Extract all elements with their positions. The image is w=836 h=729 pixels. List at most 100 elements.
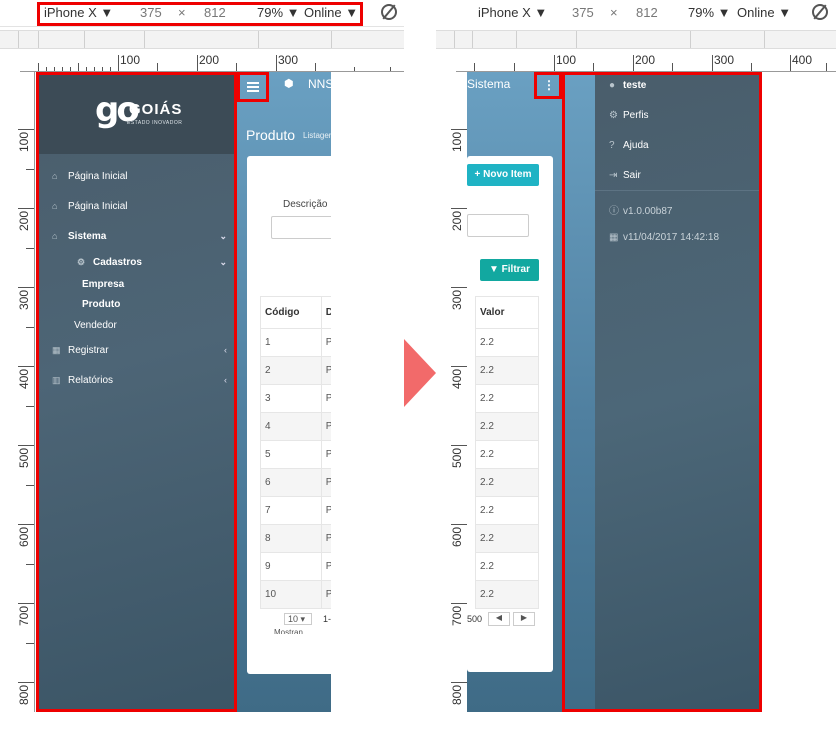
search-input[interactable] bbox=[467, 214, 529, 237]
table-row[interactable]: 2.2 bbox=[475, 356, 539, 385]
description-input[interactable] bbox=[271, 216, 331, 239]
ruler-label: 100 bbox=[120, 53, 141, 67]
code-cell: 9 bbox=[260, 552, 322, 581]
zoom-value: 79% bbox=[688, 5, 715, 20]
page-subtitle: Listagem bbox=[303, 131, 331, 140]
ruler-label: 400 bbox=[792, 53, 813, 67]
rotate-icon[interactable] bbox=[812, 4, 828, 20]
table-row[interactable]: 2.2 bbox=[475, 496, 539, 525]
zoom-select[interactable]: 79% ▼ bbox=[688, 5, 731, 20]
table-row[interactable]: 8Pro bbox=[260, 524, 331, 553]
description-cell: Pro bbox=[320, 412, 331, 441]
value-cell: 2.2 bbox=[475, 412, 539, 441]
table-row[interactable]: 2Pro bbox=[260, 356, 331, 385]
table-row[interactable]: 2.2 bbox=[475, 552, 539, 581]
table-row[interactable]: 3Pro bbox=[260, 384, 331, 413]
cube-icon: ⬢ bbox=[284, 78, 294, 90]
brand-name: NNS bbox=[308, 77, 331, 91]
new-item-button[interactable]: + Novo Item bbox=[467, 164, 539, 186]
table-row[interactable]: 2.2 bbox=[475, 440, 539, 469]
table-row[interactable]: 2.2 bbox=[475, 328, 539, 357]
right-screenshot: iPhone X ▼ 375 × 812 79% ▼ Online ▼ 100 … bbox=[436, 0, 836, 729]
ruler-label: 200 bbox=[17, 210, 31, 231]
page-size-value: 10 bbox=[288, 614, 299, 624]
code-cell: 6 bbox=[260, 468, 322, 497]
vertical-ruler: 100 200 300 400 500 600 700 800 bbox=[16, 72, 35, 712]
table-row[interactable]: 2.2 bbox=[475, 524, 539, 553]
page-title: Produto bbox=[246, 127, 296, 143]
description-cell: Pro bbox=[320, 496, 331, 525]
filter-icon: ▼ bbox=[488, 264, 499, 275]
table-row[interactable]: 5Pro bbox=[260, 440, 331, 469]
dimension-separator: × bbox=[610, 5, 618, 20]
ruler-label: 100 bbox=[450, 131, 464, 152]
pagination-range: 1- bbox=[323, 614, 331, 624]
table-row[interactable]: 2.2 bbox=[475, 468, 539, 497]
ruler-label: 700 bbox=[450, 605, 464, 626]
column-header-code[interactable]: Código bbox=[260, 296, 322, 329]
prev-page-button[interactable]: ◀ bbox=[488, 612, 510, 626]
ruler-label: 300 bbox=[450, 289, 464, 310]
ruler-label: 400 bbox=[450, 368, 464, 389]
ruler-label: 200 bbox=[635, 53, 656, 67]
code-cell: 8 bbox=[260, 524, 322, 553]
code-cell: 5 bbox=[260, 440, 322, 469]
value-cell: 2.2 bbox=[475, 496, 539, 525]
code-cell: 3 bbox=[260, 384, 322, 413]
content-panel: Descrição CódigoDes 1Pro2Pro3Pro4Pro5Pro… bbox=[247, 156, 331, 674]
description-cell: Pro bbox=[320, 328, 331, 357]
value-cell: 2.2 bbox=[475, 384, 539, 413]
ruler-label: 300 bbox=[17, 289, 31, 310]
table-row[interactable]: 4Pro bbox=[260, 412, 331, 441]
highlight-toggle-box bbox=[237, 72, 269, 102]
ruler-label: 100 bbox=[17, 131, 31, 152]
media-query-bar bbox=[0, 30, 404, 49]
table-row[interactable]: 6Pro bbox=[260, 468, 331, 497]
network-select[interactable]: Online ▼ bbox=[737, 5, 791, 20]
table-row[interactable]: 2.2 bbox=[475, 384, 539, 413]
pagination-count: 500 bbox=[467, 614, 483, 624]
page-size-select[interactable]: 10 ▾ bbox=[284, 613, 312, 625]
column-header-value[interactable]: Valor bbox=[475, 296, 539, 329]
network-value: Online bbox=[737, 5, 775, 20]
table-row[interactable]: 1Pro bbox=[260, 328, 331, 357]
description-cell: Pro bbox=[320, 524, 331, 553]
device-name: iPhone X bbox=[478, 5, 531, 20]
ruler-label: 300 bbox=[278, 53, 299, 67]
code-cell: 2 bbox=[260, 356, 322, 385]
table-row[interactable]: 9Pro bbox=[260, 552, 331, 581]
ruler-label: 200 bbox=[450, 210, 464, 231]
content-panel: + Novo Item ▼ Filtrar Valor 2.2 2.2 2.2 2.2… bbox=[467, 156, 553, 672]
pagination-info: Mostran bbox=[274, 628, 303, 634]
ruler-label: 400 bbox=[17, 368, 31, 389]
ruler-label: 600 bbox=[17, 526, 31, 547]
highlight-sidebar-box bbox=[36, 72, 237, 712]
ruler-label: 500 bbox=[450, 447, 464, 468]
table-row[interactable]: 2.2 bbox=[475, 412, 539, 441]
value-cell: 2.2 bbox=[475, 524, 539, 553]
width-input[interactable]: 375 bbox=[572, 5, 594, 20]
next-page-button[interactable]: ▶ bbox=[513, 612, 535, 626]
highlight-user-sidebar-box bbox=[562, 72, 762, 712]
device-toolbar: iPhone X ▼ 375 × 812 79% ▼ Online ▼ bbox=[436, 0, 836, 26]
table-row[interactable]: 2.2 bbox=[475, 580, 539, 609]
description-cell: Pro bbox=[320, 580, 331, 609]
value-cell: 2.2 bbox=[475, 440, 539, 469]
highlight-kebab-box bbox=[534, 72, 562, 99]
ruler-label: 300 bbox=[714, 53, 735, 67]
code-cell: 4 bbox=[260, 412, 322, 441]
ruler-label: 800 bbox=[17, 684, 31, 705]
description-cell: Pro bbox=[320, 468, 331, 497]
rotate-icon[interactable] bbox=[381, 4, 397, 20]
horizontal-ruler: 100 200 300 400 bbox=[456, 53, 836, 72]
device-select[interactable]: iPhone X ▼ bbox=[478, 5, 547, 20]
column-header-description[interactable]: Des bbox=[320, 296, 331, 329]
table-row[interactable]: 7Pro bbox=[260, 496, 331, 525]
height-input[interactable]: 812 bbox=[636, 5, 658, 20]
ruler-label: 600 bbox=[450, 526, 464, 547]
vertical-ruler: 100 200 300 400 500 600 700 800 bbox=[449, 72, 468, 712]
filter-button[interactable]: ▼ Filtrar bbox=[480, 259, 539, 281]
value-cell: 2.2 bbox=[475, 468, 539, 497]
table-row[interactable]: 10Pro bbox=[260, 580, 331, 609]
value-cell: 2.2 bbox=[475, 552, 539, 581]
